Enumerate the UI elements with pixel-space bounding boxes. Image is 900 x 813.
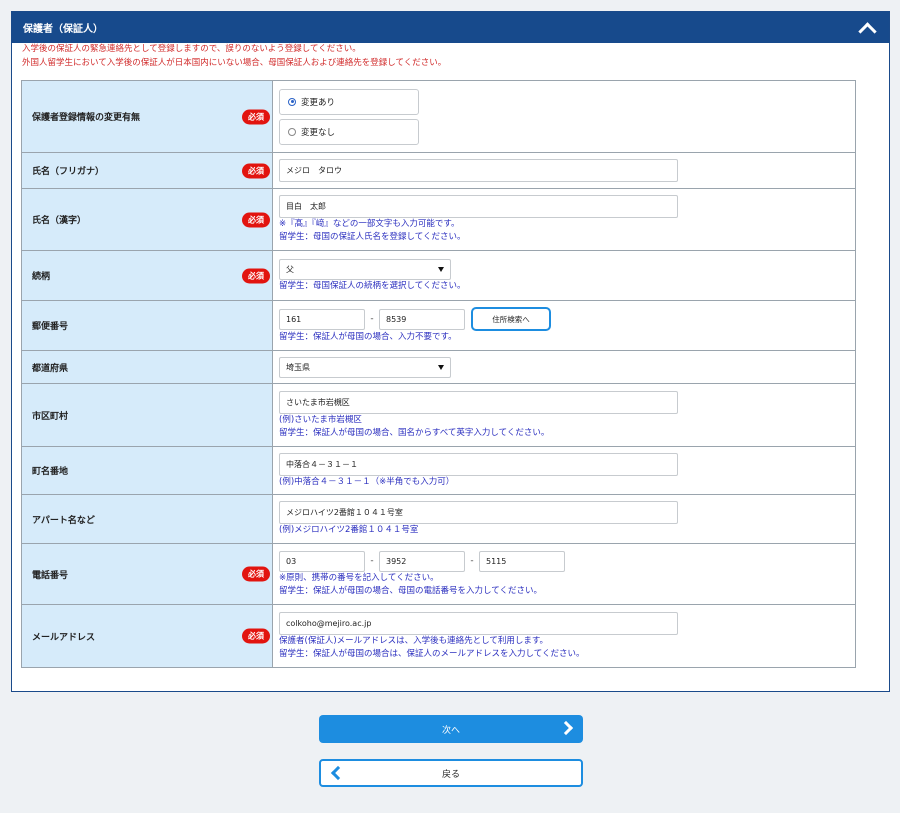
field-label: 氏名（フリガナ） (32, 167, 105, 177)
chevron-left-icon (330, 765, 346, 781)
field-label: アパート名など (32, 515, 95, 526)
field-note: 留学生：保証人が母国の場合は、保証人のメールアドレスを入力してください。 (279, 648, 585, 659)
apartment-input[interactable]: メジロハイツ2番館１０４１号室 (279, 501, 678, 524)
row-email: メールアドレス 必須 colkoho@mejiro.ac.jp 保護者(保証人)メ… (21, 604, 856, 668)
separator: - (470, 556, 474, 566)
field-note: 留学生：保証人が母国の場合、国名からすべて英字入力してください。 (279, 427, 550, 438)
row-relation: 続柄 必須 父 留学生：母国保証人の続柄を選択してください。 (21, 250, 856, 301)
next-button-label: 次へ (441, 725, 460, 736)
field-note: ※『髙』『﨑』などの一部文字も入力可能です。 (279, 219, 460, 229)
field-note: ※原則、携帯の番号を記入してください。 (279, 572, 439, 583)
row-phone: 電話番号 必須 03 - 3952 - 5115 ※原則、携帯の番号を記入してくだ… (21, 543, 856, 605)
field-note: 留学生：保証人が母国の場合、母国の電話番号を入力してください。 (279, 585, 542, 596)
panel-header: 保護者（保証人） (12, 12, 889, 43)
row-town: 町名番地 中落合４－３１－１ (例)中落合４－３１－１（※半角でも入力可） (21, 446, 856, 495)
postal-code-first-input[interactable]: 161 (279, 308, 365, 330)
required-badge: 必須 (242, 268, 270, 283)
phone-exchange-input[interactable]: 3952 (379, 550, 465, 572)
required-badge: 必須 (242, 566, 270, 582)
notice-line: 外国人留学生において入学後の保証人が日本国内にいない場合、母国保証人および連絡先… (22, 58, 447, 68)
required-badge: 必須 (242, 109, 270, 124)
radio-label: 変更あり (301, 97, 336, 108)
dropdown-arrow-icon (438, 364, 444, 370)
dropdown-arrow-icon (438, 266, 444, 272)
prefecture-select[interactable]: 埼玉県 (279, 356, 451, 378)
select-value: 埼玉県 (286, 362, 310, 372)
email-input[interactable]: colkoho@mejiro.ac.jp (279, 611, 678, 635)
row-prefecture: 都道府県 埼玉県 (21, 350, 856, 384)
separator: - (370, 556, 374, 566)
guardian-form: 保護者登録情報の変更有無 必須 変更あり 変更なし 氏名（フリガナ） 必須 メジロ … (21, 80, 856, 668)
next-button[interactable]: 次へ (319, 715, 583, 743)
street-address-input[interactable]: 中落合４－３１－１ (279, 452, 678, 476)
field-note: (例)メジロハイツ2番館１０４１号室 (279, 525, 419, 535)
field-note: 留学生：母国の保証人氏名を登録してください。 (279, 232, 466, 242)
field-note: 留学生：保証人が母国の場合、入力不要です。 (279, 332, 457, 342)
city-input[interactable]: さいたま市岩槻区 (279, 390, 678, 414)
field-label: 保護者登録情報の変更有無 (32, 113, 141, 123)
kana-name-input[interactable]: メジロ タロウ (279, 159, 678, 182)
field-label: 市区町村 (32, 411, 69, 422)
back-button[interactable]: 戻る (319, 759, 583, 787)
radio-label: 変更なし (301, 127, 336, 138)
chevron-up-icon[interactable] (857, 18, 877, 38)
address-search-button[interactable]: 住所検索へ (471, 307, 551, 331)
panel-title: 保護者（保証人） (23, 24, 103, 35)
row-kanji: 氏名（漢字） 必須 目白 太郎 ※『髙』『﨑』などの一部文字も入力可能です。 留学… (21, 188, 856, 251)
phone-area-input[interactable]: 03 (279, 550, 365, 572)
select-value: 父 (286, 264, 294, 274)
phone-number-input[interactable]: 5115 (479, 550, 565, 572)
field-label: 郵便番号 (32, 322, 69, 332)
back-button-label: 戻る (441, 769, 460, 780)
field-label: 都道府県 (32, 363, 69, 374)
postal-code-second-input[interactable]: 8539 (379, 308, 465, 330)
field-label: メールアドレス (32, 632, 96, 643)
field-label: 町名番地 (32, 467, 69, 477)
required-badge: 必須 (242, 212, 270, 227)
row-city: 市区町村 さいたま市岩槻区 (例)さいたま市岩槻区 留学生：保証人が母国の場合、… (21, 383, 856, 447)
row-apartment: アパート名など メジロハイツ2番館１０４１号室 (例)メジロハイツ2番館１０４１… (21, 494, 856, 544)
field-note: (例)中落合４－３１－１（※半角でも入力可） (279, 476, 455, 487)
field-note: 留学生：母国保証人の続柄を選択してください。 (279, 280, 466, 291)
radio-unchecked-icon (288, 127, 296, 136)
kanji-name-input[interactable]: 目白 太郎 (279, 195, 678, 218)
row-kana: 氏名（フリガナ） 必須 メジロ タロウ (21, 152, 856, 189)
field-label: 続柄 (32, 272, 51, 282)
field-label: 氏名（漢字） (32, 216, 87, 226)
row-postal: 郵便番号 161 - 8539 住所検索へ 留学生：保証人が母国の場合、入力不要… (21, 300, 856, 351)
notice-line: 入学後の保証人の緊急連絡先として登録しますので、誤りのないよう登録してください。 (22, 44, 361, 54)
field-note: (例)さいたま市岩槻区 (279, 414, 362, 425)
chevron-right-icon (558, 720, 574, 736)
relation-select[interactable]: 父 (279, 258, 451, 280)
required-badge: 必須 (242, 628, 270, 644)
field-label: 電話番号 (32, 570, 69, 581)
row-change: 保護者登録情報の変更有無 必須 変更あり 変更なし (21, 80, 856, 153)
radio-checked-icon (288, 97, 296, 106)
field-note: 保護者(保証人)メールアドレスは、入学後も連絡先として利用します。 (279, 635, 549, 646)
separator: - (370, 314, 374, 324)
notice: 入学後の保証人の緊急連絡先として登録しますので、誤りのないよう登録してください。… (22, 42, 446, 70)
radio-change-no[interactable]: 変更なし (279, 118, 419, 145)
required-badge: 必須 (242, 163, 270, 178)
radio-change-yes[interactable]: 変更あり (279, 88, 419, 115)
